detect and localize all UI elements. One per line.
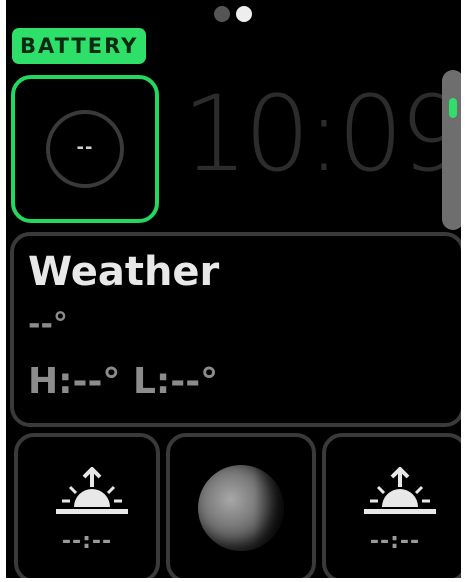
clock-time: 10:09 [182, 73, 465, 195]
watch-face: BATTERY -- 10:09 Weather --° H:--° L:--°… [0, 0, 465, 582]
moon-phase-icon [198, 465, 284, 551]
battery-complication[interactable]: -- [11, 75, 159, 223]
battery-complication-label: BATTERY [12, 28, 147, 64]
page-indicator [214, 6, 252, 22]
sunrise-icon [56, 467, 128, 514]
weather-title: Weather [28, 249, 220, 295]
sunset-icon [364, 467, 436, 514]
sunset-complication[interactable]: --:-- [322, 433, 465, 582]
sunrise-complication[interactable]: --:-- [14, 433, 160, 582]
weather-temperature: --° [28, 307, 68, 342]
battery-value: -- [76, 136, 94, 158]
battery-ring-icon: -- [46, 110, 124, 188]
sunset-time: --:-- [369, 529, 421, 554]
digital-crown-scroll-indicator[interactable] [442, 70, 464, 230]
moon-phase-complication[interactable] [166, 433, 316, 582]
moon-shadow [254, 465, 284, 551]
weather-high-low: H:--° L:--° [28, 361, 219, 402]
weather-complication[interactable]: Weather --° H:--° L:--° [10, 232, 465, 427]
page-dot-active[interactable] [236, 6, 252, 22]
scroll-thumb [449, 98, 457, 118]
sunrise-time: --:-- [61, 529, 113, 554]
page-dot[interactable] [214, 6, 230, 22]
